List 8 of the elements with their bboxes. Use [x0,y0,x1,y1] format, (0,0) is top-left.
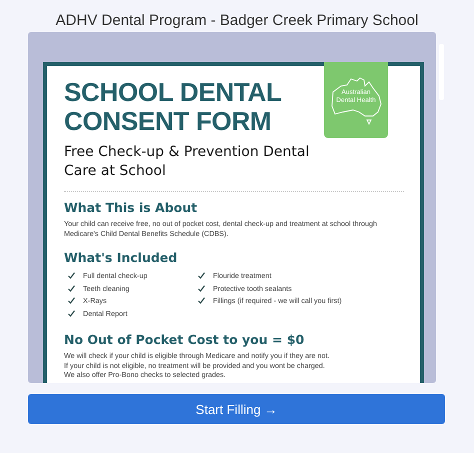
form-subtitle: Free Check-up & Prevention Dental Care at School [64,143,310,181]
form-title: CONSENT FORM [64,107,272,136]
window-title: ADHV Dental Program - Badger Creek Primary School [54,11,420,31]
section-heading: No Out of Pocket Cost to you = $0 [64,332,306,348]
section-heading: What This is About [64,200,198,215]
section-heading: What's Included [64,250,178,265]
start-filling-button[interactable]: Start Filling → [28,394,445,424]
form-title: SCHOOL DENTAL [64,78,282,107]
